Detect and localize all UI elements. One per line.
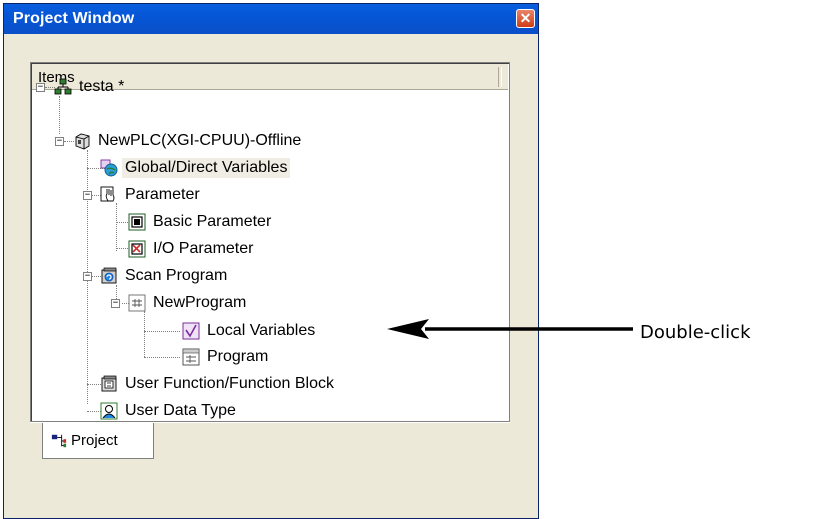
user-data-type-icon bbox=[100, 402, 118, 420]
tree-item-label: Local Variables bbox=[207, 322, 316, 339]
window-title: Project Window bbox=[13, 10, 135, 27]
tree-item-label: Basic Parameter bbox=[153, 213, 272, 230]
title-bar[interactable]: Project Window ✕ bbox=[4, 4, 538, 34]
local-variables-icon bbox=[182, 322, 200, 340]
tree-guide bbox=[144, 331, 180, 332]
tree-item-program[interactable]: Program bbox=[182, 346, 271, 368]
tree-item-user-function[interactable]: User Function/Function Block bbox=[100, 373, 337, 395]
tree-item-io-parameter[interactable]: I/O Parameter bbox=[128, 238, 256, 260]
project-tab-icon bbox=[51, 434, 67, 447]
tree-item-newprogram[interactable]: NewProgram bbox=[128, 292, 249, 314]
user-function-icon bbox=[101, 375, 117, 392]
tree-item-label: NewProgram bbox=[153, 294, 247, 311]
plc-icon bbox=[75, 133, 90, 150]
tree-item-label: Program bbox=[207, 348, 269, 365]
collapse-toggle[interactable]: − bbox=[55, 137, 64, 146]
tab-bar: Project bbox=[30, 422, 510, 473]
global-variables-icon bbox=[100, 159, 118, 177]
collapse-toggle[interactable]: − bbox=[83, 191, 92, 200]
project-root-icon bbox=[54, 78, 72, 95]
collapse-toggle[interactable]: − bbox=[111, 299, 120, 308]
tree-item-label: Scan Program bbox=[125, 267, 228, 284]
tree-item-plc[interactable]: NewPLC(XGI-CPUU)-Offline bbox=[73, 130, 304, 152]
tree-item-global-direct-variables[interactable]: Global/Direct Variables bbox=[100, 157, 291, 179]
close-button[interactable]: ✕ bbox=[516, 9, 535, 28]
tree-guide bbox=[144, 357, 180, 358]
tree-item-scan-program[interactable]: Scan Program bbox=[100, 265, 230, 287]
tab-project[interactable]: Project bbox=[42, 423, 154, 459]
collapse-toggle[interactable]: − bbox=[36, 83, 45, 92]
program-icon bbox=[128, 294, 146, 312]
tree-item-label: testa * bbox=[79, 78, 125, 95]
tab-project-label: Project bbox=[71, 432, 118, 449]
tree-item-label: Parameter bbox=[125, 186, 200, 203]
scan-program-icon bbox=[101, 267, 117, 284]
tree-item-label: I/O Parameter bbox=[153, 240, 254, 257]
project-tree-pane[interactable]: Items bbox=[30, 62, 510, 422]
parameter-icon bbox=[100, 186, 115, 202]
tree-guide bbox=[116, 203, 117, 251]
pointer-arrow bbox=[387, 319, 633, 339]
tree-item-label: User Function/Function Block bbox=[125, 375, 334, 392]
basic-parameter-icon bbox=[128, 213, 146, 231]
tree-item-basic-parameter[interactable]: Basic Parameter bbox=[128, 211, 274, 233]
tree-item-user-data-type[interactable]: User Data Type bbox=[100, 400, 239, 422]
collapse-toggle[interactable]: − bbox=[83, 272, 92, 281]
tree-item-label: Global/Direct Variables bbox=[122, 158, 291, 178]
tree-item-label: NewPLC(XGI-CPUU)-Offline bbox=[98, 132, 302, 149]
tree-item-label: User Data Type bbox=[125, 402, 236, 419]
tree-item-parameter[interactable]: Parameter bbox=[100, 184, 203, 206]
program-body-icon bbox=[182, 348, 200, 366]
column-resize-handle[interactable] bbox=[498, 67, 502, 87]
tree-item-testa[interactable]: testa * bbox=[54, 76, 127, 98]
tree-item-local-variables[interactable]: Local Variables bbox=[182, 320, 318, 342]
tree-guide bbox=[144, 311, 145, 357]
tree-guide bbox=[59, 96, 60, 134]
io-parameter-icon bbox=[128, 240, 146, 258]
double-click-annotation: Double-click bbox=[640, 322, 751, 343]
